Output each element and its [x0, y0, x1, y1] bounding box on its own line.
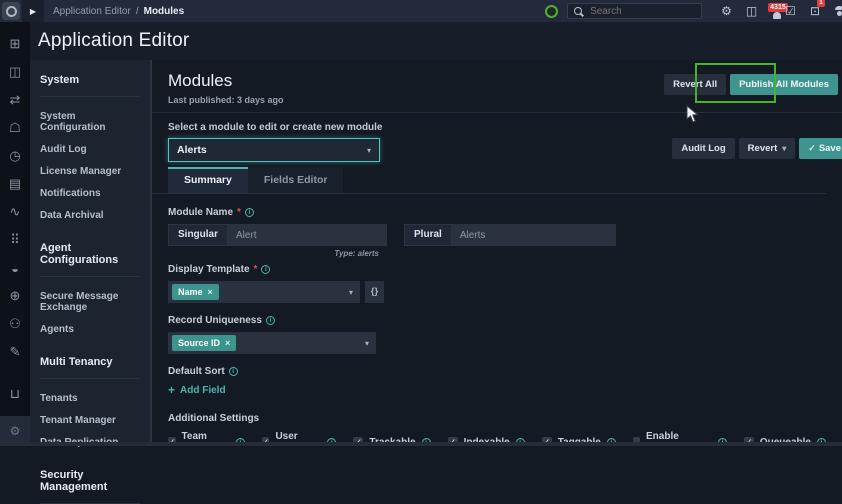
display-template-select[interactable]: Name × ▾: [168, 281, 360, 303]
page-title: Application Editor: [38, 30, 189, 52]
breadcrumb-parent[interactable]: Application Editor: [53, 6, 131, 17]
module-select[interactable]: Alerts ▾: [168, 138, 380, 162]
module-select-value: Alerts: [177, 144, 207, 156]
singular-name-input[interactable]: [228, 224, 387, 246]
breadcrumb-current: Modules: [144, 6, 185, 17]
search-icon: [574, 6, 585, 17]
applications-icon[interactable]: ▤: [0, 170, 30, 198]
save-button[interactable]: ✓Save: [799, 138, 842, 159]
singular-label-box: Singular: [168, 224, 228, 246]
automation-icon[interactable]: ⊡ 1: [810, 5, 820, 17]
global-icon[interactable]: ⊕: [0, 282, 30, 310]
icon-rail: ⊞ ◫ ⇄ ☖ ◷ ▤ ∿ ⠿ ◒ ⊕ ⚇ ✎ ⊔ ⚙: [0, 22, 30, 446]
chip-source-id[interactable]: Source ID ×: [172, 335, 236, 351]
info-icon[interactable]: i: [229, 367, 238, 376]
automation-badge: 1: [817, 0, 825, 7]
caret-down-icon: ▾: [367, 146, 371, 155]
sidebar-item-system-configuration[interactable]: System Configuration: [40, 105, 140, 138]
caret-down-icon: ▾: [365, 339, 369, 348]
audit-log-button[interactable]: Audit Log: [672, 138, 734, 159]
modules-panel: Modules Last published: 3 days ago Rever…: [150, 60, 842, 446]
downloads-icon[interactable]: ◒: [0, 254, 30, 282]
plus-icon: +: [168, 383, 175, 397]
revert-all-button[interactable]: Revert All: [664, 74, 726, 95]
recycle-bin-icon[interactable]: ⊔: [0, 380, 30, 408]
bottom-edge-strip: [0, 442, 842, 446]
section-header-system: System: [40, 60, 140, 97]
additional-settings-label: Additional Settings: [168, 413, 826, 424]
reports-chart-icon[interactable]: ∿: [0, 198, 30, 226]
chip-close-icon[interactable]: ×: [208, 287, 213, 297]
add-field-link[interactable]: + Add Field: [168, 383, 826, 397]
sidebar-item-audit-log[interactable]: Audit Log: [40, 138, 140, 160]
info-icon[interactable]: i: [261, 265, 270, 274]
sidebar-item-tenants[interactable]: Tenants: [40, 387, 140, 409]
status-indicator-icon[interactable]: [545, 5, 558, 18]
apps-grid-icon[interactable]: ⠿: [0, 226, 30, 254]
required-asterisk: *: [254, 264, 258, 275]
info-icon[interactable]: i: [245, 208, 254, 217]
breadcrumb: Application Editor / Modules: [53, 6, 184, 17]
default-sort-label: Default Sort i: [168, 366, 826, 377]
settings-sidebar: System System Configuration Audit Log Li…: [30, 60, 150, 446]
app-logo-icon[interactable]: [2, 2, 20, 20]
compass-icon[interactable]: ◷: [0, 142, 30, 170]
plural-name-input[interactable]: [452, 224, 616, 246]
section-header-agent-configurations: Agent Configurations: [40, 228, 140, 277]
record-uniqueness-select[interactable]: Source ID × ▾: [168, 332, 376, 354]
play-icon: ▶: [30, 7, 36, 16]
type-hint-text: Type: alerts: [168, 249, 379, 258]
tasks-clipboard-icon[interactable]: ☑: [785, 5, 796, 17]
sidebar-item-secure-message-exchange[interactable]: Secure Message Exchange: [40, 285, 140, 318]
template-braces-button[interactable]: {}: [365, 281, 384, 303]
sidebar-item-agents[interactable]: Agents: [40, 318, 140, 340]
revert-button[interactable]: Revert▾: [739, 138, 796, 159]
breadcrumb-separator: /: [136, 6, 139, 17]
tab-fields-editor[interactable]: Fields Editor: [248, 167, 344, 193]
publish-all-modules-button[interactable]: Publish All Modules: [730, 74, 838, 95]
dashboard-icon[interactable]: ⊞: [0, 30, 30, 58]
title-band: Application Editor: [30, 22, 842, 60]
security-shield-icon[interactable]: ☖: [0, 114, 30, 142]
sidebar-item-license-manager[interactable]: License Manager: [40, 160, 140, 182]
sidebar-toggle-button[interactable]: ▶: [22, 0, 44, 22]
plural-label-box: Plural: [404, 224, 452, 246]
workflow-icon[interactable]: ⇄: [0, 86, 30, 114]
module-select-label: Select a module to edit or create new mo…: [168, 122, 826, 133]
sidebar-item-tenant-manager[interactable]: Tenant Manager: [40, 409, 140, 431]
editor-pencil-icon[interactable]: ✎: [0, 338, 30, 366]
module-name-label: Module Name * i: [168, 207, 826, 218]
integrations-icon[interactable]: ◫: [746, 5, 757, 17]
section-header-security-management: Security Management: [40, 455, 140, 504]
search-box[interactable]: [567, 3, 702, 19]
users-icon[interactable]: ⚇: [0, 310, 30, 338]
check-icon: ✓: [808, 143, 816, 153]
top-bar: ▶ Application Editor / Modules ⚙ ◫ 4315 …: [0, 0, 842, 22]
record-uniqueness-label: Record Uniqueness i: [168, 315, 826, 326]
sidebar-item-notifications[interactable]: Notifications: [40, 182, 140, 204]
required-asterisk: *: [237, 207, 241, 218]
caret-down-icon: ▾: [782, 144, 786, 153]
editor-tabs: Summary Fields Editor: [152, 167, 826, 194]
display-template-label: Display Template * i: [168, 264, 826, 275]
caret-down-icon: ▾: [349, 288, 353, 297]
info-icon[interactable]: i: [266, 316, 275, 325]
section-header-multi-tenancy: Multi Tenancy: [40, 342, 140, 379]
integrations-rail-icon[interactable]: ◫: [0, 58, 30, 86]
search-input[interactable]: [590, 6, 690, 17]
chip-close-icon[interactable]: ×: [225, 338, 230, 348]
sidebar-item-data-archival[interactable]: Data Archival: [40, 204, 140, 226]
last-published-text: Last published: 3 days ago: [168, 95, 826, 105]
settings-gear-icon[interactable]: ⚙: [721, 5, 732, 17]
tab-summary[interactable]: Summary: [168, 167, 248, 193]
chip-name[interactable]: Name ×: [172, 284, 219, 300]
